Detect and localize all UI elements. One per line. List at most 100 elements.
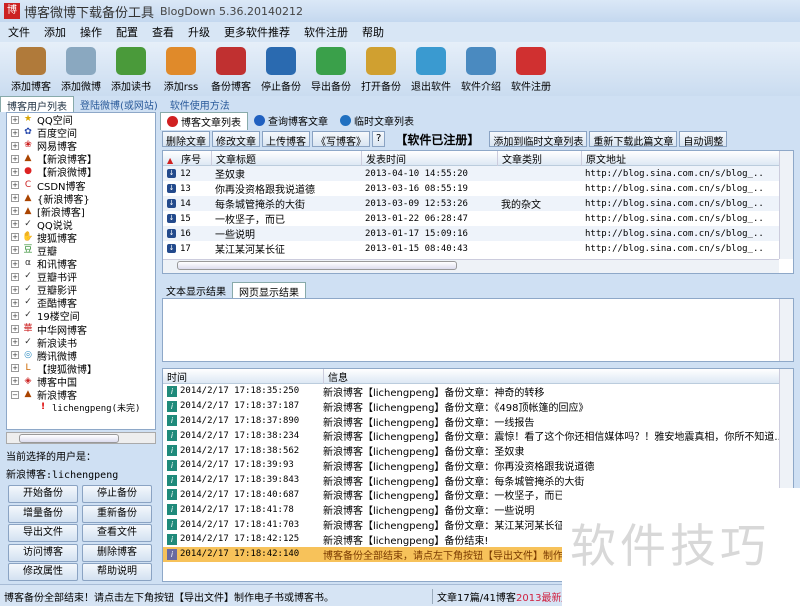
toolbar-button-5[interactable]: 停止备份 <box>256 42 306 96</box>
status-news-link[interactable]: 2013最新/ <box>516 589 565 604</box>
expand-icon[interactable]: + <box>11 286 19 294</box>
toolbar-button-9[interactable]: 软件介绍 <box>456 42 506 96</box>
toolbar-button-0[interactable]: 添加博客 <box>6 42 56 96</box>
column-header-0[interactable]: ▲序号 <box>163 151 211 166</box>
tree-item[interactable]: +★QQ空间 <box>7 113 155 126</box>
log-row[interactable]: i2014/2/17 17:18:35:250新浪博客【lichengpeng】… <box>163 384 793 399</box>
expand-icon[interactable]: + <box>11 325 19 333</box>
tree-item[interactable]: +✋搜狐博客 <box>7 231 155 244</box>
tree-item[interactable]: +▲{新浪博客} <box>7 192 155 205</box>
left-button-7[interactable]: 删除博客 <box>82 544 152 562</box>
article-url[interactable]: http://blog.sina.com.cn/s/blog_.. <box>581 244 781 254</box>
expand-icon[interactable]: + <box>11 233 19 241</box>
tree-item[interactable]: +✓19楼空间 <box>7 309 155 322</box>
tree-item[interactable]: +豆豆瓣 <box>7 244 155 257</box>
tree-item[interactable]: +◈博客中国 <box>7 375 155 388</box>
tree-item[interactable]: +✓豆瓣书评 <box>7 270 155 283</box>
article-list[interactable]: ▲序号文章标题发表时间文章类别原文地址 ↓12圣奴隶2013-04-10 14:… <box>162 150 794 274</box>
main-tab-1[interactable]: 登陆微博(或网站) <box>74 96 164 112</box>
expand-icon[interactable]: + <box>11 168 19 176</box>
expand-icon[interactable]: + <box>11 260 19 268</box>
log-row[interactable]: i2014/2/17 17:18:39:93新浪博客【lichengpeng】备… <box>163 458 793 473</box>
expand-icon[interactable]: + <box>11 351 19 359</box>
menu-item-1[interactable]: 添加 <box>44 24 66 40</box>
left-button-9[interactable]: 帮助说明 <box>82 563 152 581</box>
column-header-4[interactable]: 原文地址 <box>581 151 781 166</box>
article-url[interactable]: http://blog.sina.com.cn/s/blog_.. <box>581 199 781 209</box>
tree-horizontal-scrollbar[interactable] <box>6 432 156 444</box>
toolbar-button-3[interactable]: 添加rss <box>156 42 206 96</box>
tree-item[interactable]: +▲[新浪博客] <box>7 205 155 218</box>
article-button-3[interactable]: 《写博客》 <box>312 131 370 147</box>
article-tab-1[interactable]: 查询博客文章 <box>248 112 334 129</box>
left-button-5[interactable]: 查看文件 <box>82 524 152 542</box>
tree-item[interactable]: +L【搜狐微博】 <box>7 362 155 375</box>
result-tab-0[interactable]: 文本显示结果 <box>160 282 232 299</box>
expand-icon[interactable]: + <box>11 312 19 320</box>
menu-item-3[interactable]: 配置 <box>116 24 138 40</box>
article-button-2[interactable]: 上传博客 <box>262 131 310 147</box>
expand-icon[interactable]: + <box>11 155 19 163</box>
tree-child-item[interactable]: !lichengpeng(未完) <box>7 401 155 414</box>
toolbar-button-7[interactable]: 打开备份 <box>356 42 406 96</box>
main-tab-0[interactable]: 博客用户列表 <box>0 96 74 112</box>
column-header-2[interactable]: 发表时间 <box>361 151 497 166</box>
toolbar-button-1[interactable]: 添加微博 <box>56 42 106 96</box>
log-row[interactable]: i2014/2/17 17:18:37:187新浪博客【lichengpeng】… <box>163 399 793 414</box>
expand-icon[interactable]: + <box>11 129 19 137</box>
menu-item-7[interactable]: 软件注册 <box>304 24 348 40</box>
left-button-2[interactable]: 增量备份 <box>8 505 78 523</box>
article-button-0[interactable]: 删除文章 <box>162 131 210 147</box>
article-url[interactable]: http://blog.sina.com.cn/s/blog_.. <box>581 214 781 224</box>
toolbar-button-2[interactable]: 添加读书 <box>106 42 156 96</box>
expand-icon[interactable]: + <box>11 364 19 372</box>
left-button-8[interactable]: 修改属性 <box>8 563 78 581</box>
article-tab-0[interactable]: 博客文章列表 <box>160 112 248 130</box>
tree-item[interactable]: −▲新浪博客 <box>7 388 155 401</box>
article-row[interactable]: ↓15一枚坚子，而已2013-01-22 06:28:47http://blog… <box>163 211 793 226</box>
column-header-3[interactable]: 文章类别 <box>497 151 581 166</box>
menu-item-0[interactable]: 文件 <box>8 24 30 40</box>
collapse-icon[interactable]: − <box>11 391 19 399</box>
scrollbar-thumb[interactable] <box>19 434 119 443</box>
expand-icon[interactable]: + <box>11 220 19 228</box>
tree-item[interactable]: +α和讯博客 <box>7 257 155 270</box>
toolbar-button-10[interactable]: 软件注册 <box>506 42 556 96</box>
article-button-1[interactable]: 修改文章 <box>212 131 260 147</box>
article-row[interactable]: ↓16一些说明2013-01-17 15:09:16http://blog.si… <box>163 226 793 241</box>
article-row[interactable]: ↓12圣奴隶2013-04-10 14:55:20http://blog.sin… <box>163 166 793 181</box>
article-url[interactable]: http://blog.sina.com.cn/s/blog_.. <box>581 184 781 194</box>
tree-item[interactable]: +✓QQ说说 <box>7 218 155 231</box>
expand-icon[interactable]: + <box>11 273 19 281</box>
article-row[interactable]: ↓13你再没资格跟我说道德2013-03-16 08:55:19http://b… <box>163 181 793 196</box>
scrollbar-thumb[interactable] <box>177 261 457 270</box>
article-url[interactable]: http://blog.sina.com.cn/s/blog_.. <box>581 169 781 179</box>
menu-item-8[interactable]: 帮助 <box>362 24 384 40</box>
tree-item[interactable]: +CCSDN博客 <box>7 178 155 191</box>
tree-item[interactable]: +✿百度空间 <box>7 126 155 139</box>
tree-item[interactable]: +◎腾讯微博 <box>7 349 155 362</box>
expand-icon[interactable]: + <box>11 116 19 124</box>
log-row[interactable]: i2014/2/17 17:18:38:562新浪博客【lichengpeng】… <box>163 443 793 458</box>
expand-icon[interactable]: + <box>11 338 19 346</box>
menu-item-5[interactable]: 升级 <box>188 24 210 40</box>
article-list-horizontal-scrollbar[interactable] <box>163 259 779 273</box>
tree-item[interactable]: +▲【新浪博客】 <box>7 152 155 165</box>
article-button-8[interactable]: 自动调整 <box>679 131 727 147</box>
article-list-vertical-scrollbar[interactable] <box>779 151 793 259</box>
article-row[interactable]: ↓14每条城管掩杀的大街2013-03-09 12:53:26我的杂文http:… <box>163 196 793 211</box>
article-row[interactable]: ↓17某江某河某长征2013-01-15 08:40:43http://blog… <box>163 241 793 256</box>
article-button-6[interactable]: 添加到临时文章列表 <box>489 131 587 147</box>
article-url[interactable]: http://blog.sina.com.cn/s/blog_.. <box>581 229 781 239</box>
log-row[interactable]: i2014/2/17 17:18:39:843新浪博客【lichengpeng】… <box>163 473 793 488</box>
column-header-1[interactable]: 文章标题 <box>211 151 361 166</box>
expand-icon[interactable]: + <box>11 181 19 189</box>
menu-item-4[interactable]: 查看 <box>152 24 174 40</box>
tree-item[interactable]: +華中华网博客 <box>7 323 155 336</box>
tree-item[interactable]: +●【新浪微博】 <box>7 165 155 178</box>
blog-user-tree[interactable]: +★QQ空间+✿百度空间+❀网易博客+▲【新浪博客】+●【新浪微博】+CCSDN… <box>6 112 156 430</box>
expand-icon[interactable]: + <box>11 142 19 150</box>
toolbar-button-6[interactable]: 导出备份 <box>306 42 356 96</box>
result-tab-1[interactable]: 网页显示结果 <box>232 282 306 300</box>
article-tab-2[interactable]: 临时文章列表 <box>334 112 420 129</box>
